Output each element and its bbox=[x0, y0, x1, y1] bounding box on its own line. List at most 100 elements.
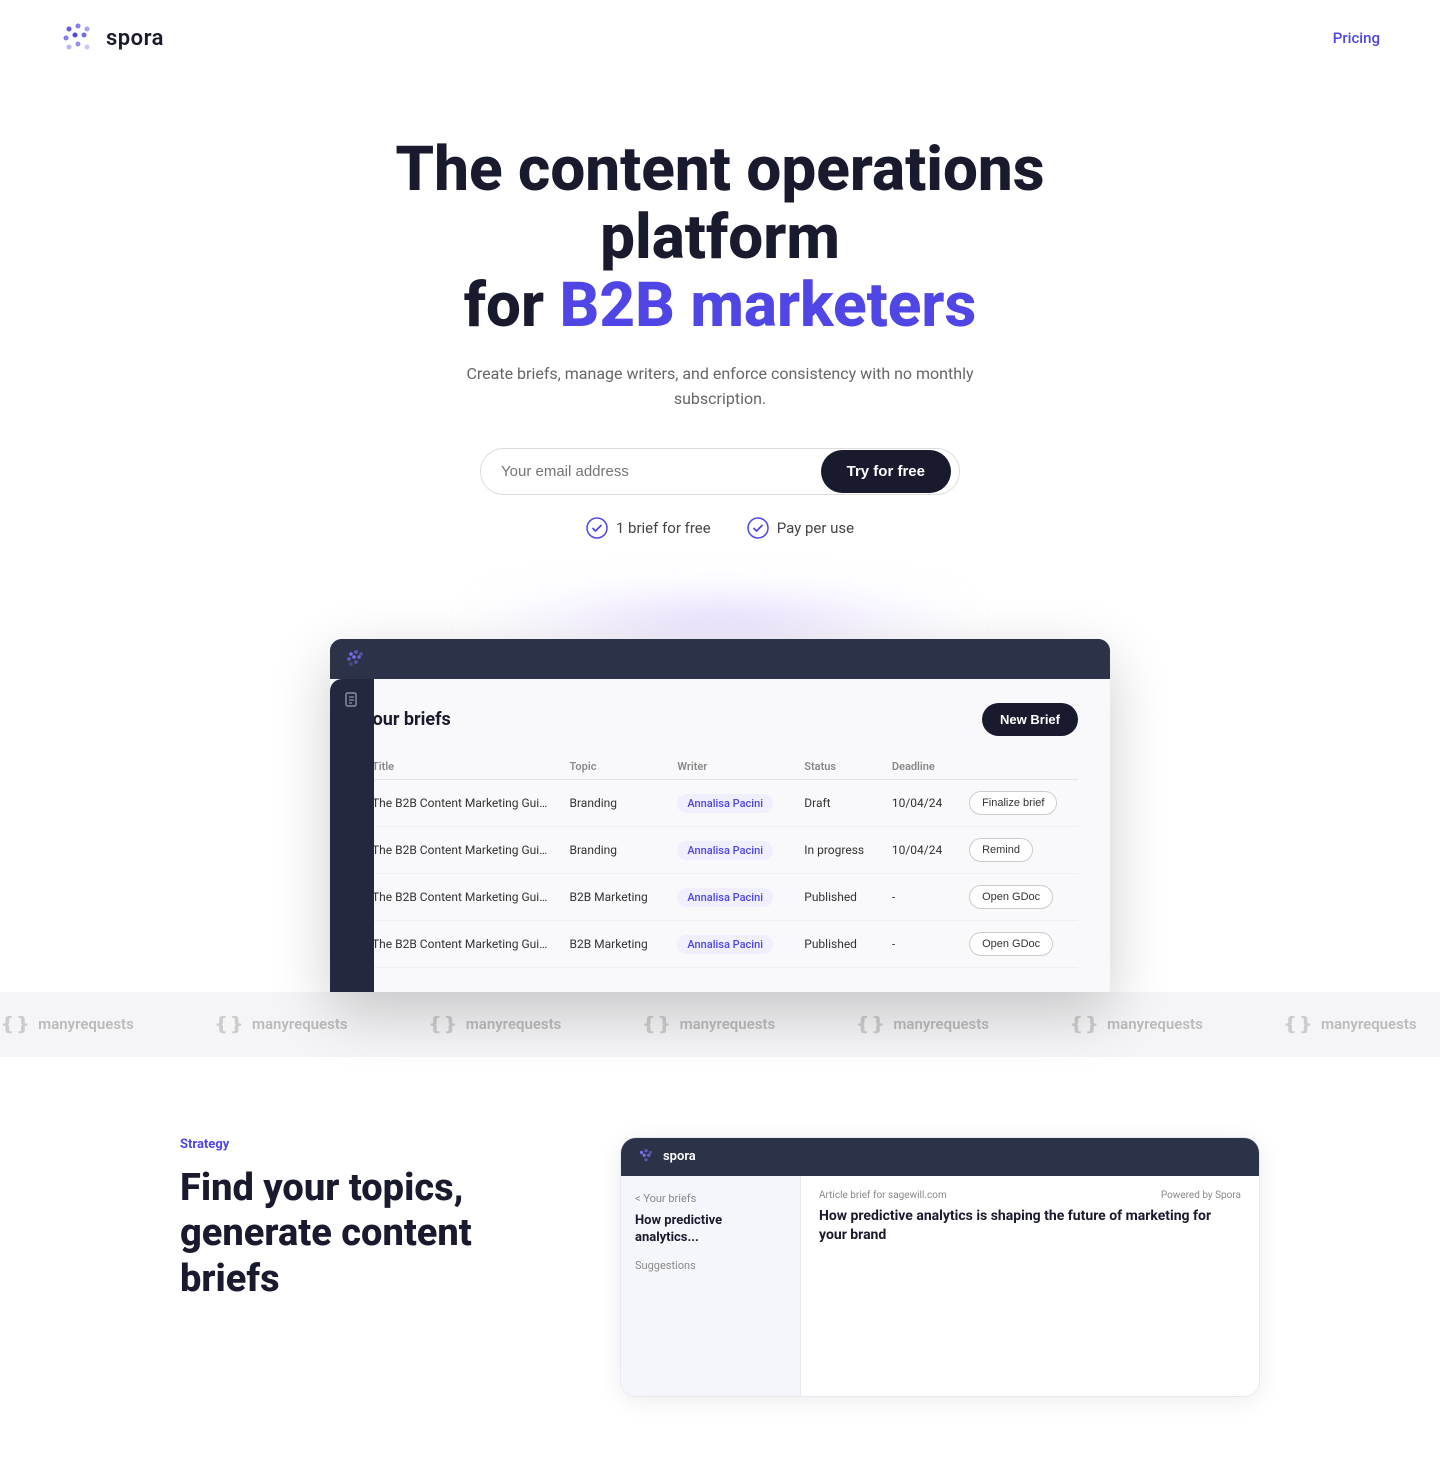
section2-left: Strategy Find your topics, generate cont… bbox=[180, 1137, 560, 1303]
preview-logo-icon bbox=[637, 1148, 655, 1166]
marquee-double-arrow-icon: ❴❵ bbox=[855, 1014, 885, 1035]
cell-topic: Branding bbox=[560, 779, 668, 826]
badge-pay-per-use: Pay per use bbox=[747, 517, 854, 539]
marquee-double-arrow-icon: ❴❵ bbox=[214, 1014, 244, 1035]
cell-status: Draft bbox=[794, 779, 882, 826]
col-action bbox=[959, 754, 1078, 780]
marquee-logo-text: manyrequests bbox=[680, 1015, 776, 1033]
marquee-double-arrow-icon: ❴❵ bbox=[0, 1014, 30, 1035]
cell-writer: Annalisa Pacini bbox=[667, 873, 794, 920]
marquee-logo-text: manyrequests bbox=[1321, 1015, 1417, 1033]
preview-suggestions: Suggestions bbox=[635, 1259, 786, 1272]
briefs-table: Title Topic Writer Status Deadline The B… bbox=[362, 754, 1078, 968]
marquee-logo-item: ❴❵manyrequests bbox=[1283, 1014, 1417, 1035]
email-input-wrap: Try for free bbox=[480, 448, 960, 495]
cell-writer: Annalisa Pacini bbox=[667, 826, 794, 873]
email-input[interactable] bbox=[501, 449, 821, 494]
table-row: The B2B Content Marketing Guide For X Br… bbox=[362, 779, 1078, 826]
badge-label-2: Pay per use bbox=[777, 519, 854, 537]
dashboard-title: Your briefs bbox=[362, 709, 451, 730]
preview-article-title: How predictive analytics is shaping the … bbox=[819, 1207, 1241, 1246]
new-brief-button[interactable]: New Brief bbox=[982, 703, 1078, 736]
marquee-logo-item: ❴❵manyrequests bbox=[214, 1014, 348, 1035]
col-title: Title bbox=[362, 754, 560, 780]
badge-label-1: 1 brief for free bbox=[616, 519, 711, 537]
badge-free-brief: 1 brief for free bbox=[586, 517, 711, 539]
table-head: Title Topic Writer Status Deadline bbox=[362, 754, 1078, 780]
dashboard-header: Your briefs New Brief bbox=[362, 703, 1078, 736]
badges: 1 brief for free Pay per use bbox=[40, 517, 1400, 539]
logo-icon bbox=[60, 20, 96, 56]
preview-main: Article brief for sagewill.com Powered b… bbox=[801, 1176, 1259, 1396]
dashboard-topbar bbox=[330, 639, 1110, 679]
cell-action: Open GDoc bbox=[959, 920, 1078, 967]
action-button[interactable]: Remind bbox=[969, 838, 1033, 862]
hero-accent: B2B marketers bbox=[560, 269, 977, 342]
col-writer: Writer bbox=[667, 754, 794, 780]
marquee-logo-text: manyrequests bbox=[38, 1015, 134, 1033]
preview-sidebar: < Your briefs How predictive analytics..… bbox=[621, 1176, 801, 1396]
marquee-section: ❴❵ manyrequests ❴❵ manyrequests ❴❵ manyreques… bbox=[0, 992, 1440, 1057]
action-button[interactable]: Open GDoc bbox=[969, 932, 1053, 956]
preview-topbar: spora bbox=[621, 1138, 1259, 1176]
cell-title: The B2B Content Marketing Guide For X bbox=[362, 873, 560, 920]
email-form: Try for free bbox=[480, 448, 960, 495]
cell-deadline: - bbox=[882, 873, 959, 920]
table-row: The B2B Content Marketing Guide For X B2… bbox=[362, 920, 1078, 967]
check-icon-1 bbox=[586, 517, 608, 539]
preview-body: < Your briefs How predictive analytics..… bbox=[621, 1176, 1259, 1396]
marquee-double-arrow-icon: ❴❵ bbox=[641, 1014, 671, 1035]
cell-topic: Branding bbox=[560, 826, 668, 873]
dashboard-preview: Your briefs New Brief Title Topic Writer… bbox=[330, 639, 1110, 992]
section2-title: Find your topics, generate content brief… bbox=[180, 1166, 560, 1303]
preview-window: spora < Your briefs How predictive analy… bbox=[620, 1137, 1260, 1397]
col-topic: Topic bbox=[560, 754, 668, 780]
table-header-row: Title Topic Writer Status Deadline bbox=[362, 754, 1078, 780]
action-button[interactable]: Finalize brief bbox=[969, 791, 1057, 815]
cell-status: Published bbox=[794, 873, 882, 920]
cell-topic: B2B Marketing bbox=[560, 873, 668, 920]
action-button[interactable]: Open GDoc bbox=[969, 885, 1053, 909]
table-row: The B2B Content Marketing Guide For X Br… bbox=[362, 826, 1078, 873]
marquee-logo-text: manyrequests bbox=[1107, 1015, 1203, 1033]
dashboard-sidebar bbox=[330, 679, 374, 992]
cell-topic: B2B Marketing bbox=[560, 920, 668, 967]
navbar: spora Pricing bbox=[0, 0, 1440, 76]
logo-text: spora bbox=[106, 26, 164, 51]
marquee-logo-text: manyrequests bbox=[893, 1015, 989, 1033]
section2: Strategy Find your topics, generate cont… bbox=[120, 1057, 1320, 1457]
marquee-double-arrow-icon: ❴❵ bbox=[428, 1014, 458, 1035]
cell-writer: Annalisa Pacini bbox=[667, 779, 794, 826]
cell-action: Finalize brief bbox=[959, 779, 1078, 826]
cell-deadline: 10/04/24 bbox=[882, 826, 959, 873]
table-body: The B2B Content Marketing Guide For X Br… bbox=[362, 779, 1078, 967]
dashboard-layout: Your briefs New Brief Title Topic Writer… bbox=[330, 679, 1110, 992]
try-free-button[interactable]: Try for free bbox=[821, 450, 951, 493]
hero-title: The content operations platform for B2B … bbox=[330, 136, 1110, 341]
cell-title: The B2B Content Marketing Guide For X bbox=[362, 920, 560, 967]
preview-back[interactable]: < Your briefs bbox=[635, 1192, 786, 1205]
section-tag: Strategy bbox=[180, 1137, 560, 1152]
cell-title: The B2B Content Marketing Guide For X bbox=[362, 826, 560, 873]
logo[interactable]: spora bbox=[60, 20, 164, 56]
pricing-link[interactable]: Pricing bbox=[1333, 29, 1380, 47]
col-status: Status bbox=[794, 754, 882, 780]
marquee-logo-item: ❴❵manyrequests bbox=[428, 1014, 562, 1035]
marquee-track: ❴❵ manyrequests ❴❵ manyrequests ❴❵ manyreques… bbox=[0, 1014, 1440, 1035]
check-icon-2 bbox=[747, 517, 769, 539]
cell-status: In progress bbox=[794, 826, 882, 873]
cell-status: Published bbox=[794, 920, 882, 967]
dash-logo-icon bbox=[346, 649, 366, 669]
cell-deadline: - bbox=[882, 920, 959, 967]
cell-writer: Annalisa Pacini bbox=[667, 920, 794, 967]
table-row: The B2B Content Marketing Guide For X B2… bbox=[362, 873, 1078, 920]
cell-deadline: 10/04/24 bbox=[882, 779, 959, 826]
preview-article-label: Article brief for sagewill.com Powered b… bbox=[819, 1190, 1241, 1201]
cell-action: Open GDoc bbox=[959, 873, 1078, 920]
sidebar-docs-icon bbox=[343, 691, 361, 709]
preview-brief-title: How predictive analytics... bbox=[635, 1213, 786, 1247]
section2-preview: spora < Your briefs How predictive analy… bbox=[620, 1137, 1260, 1397]
marquee-logo-item: ❴❵ manyrequests bbox=[641, 1014, 775, 1035]
dashboard-window: Your briefs New Brief Title Topic Writer… bbox=[330, 639, 1110, 992]
marquee-logo-item: ❴❵ manyrequests bbox=[855, 1014, 989, 1035]
